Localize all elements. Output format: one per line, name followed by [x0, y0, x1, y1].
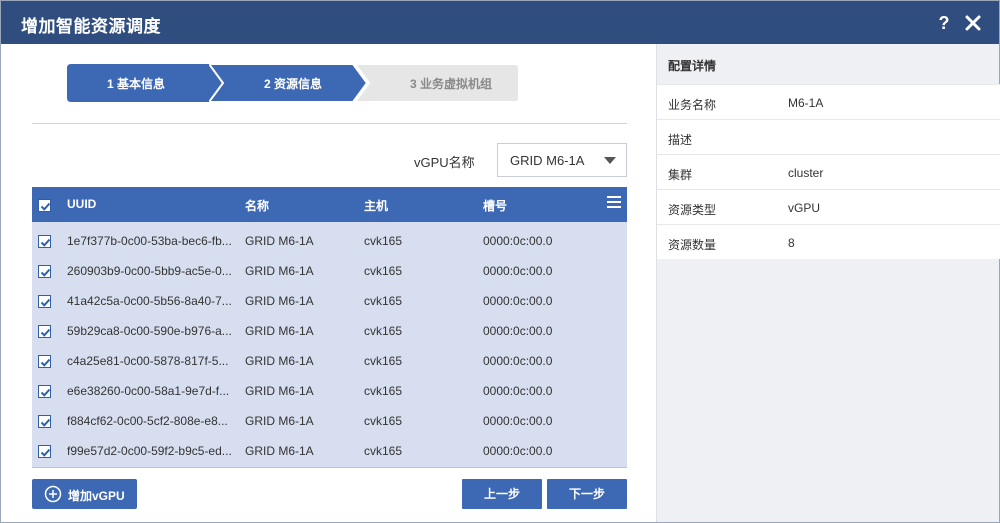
cell-slot: 0000:0c:00.0: [483, 354, 553, 368]
cell-host: cvk165: [364, 354, 403, 368]
cell-host: cvk165: [364, 234, 403, 248]
cell-name: GRID M6-1A: [245, 294, 314, 308]
row-checkbox[interactable]: [38, 235, 51, 248]
step-vm-group-label: 3 业务虚拟机组: [410, 77, 493, 91]
divider: [32, 123, 627, 124]
table-row[interactable]: 59b29ca8-0c00-590e-b976-a... GRID M6-1A cv…: [32, 316, 627, 346]
cell-uuid: f884cf62-0c00-5cf2-808e-e8...: [67, 414, 228, 428]
detail-key: 描述: [668, 133, 693, 147]
column-header-host[interactable]: 主机: [364, 197, 388, 214]
cell-uuid: e6e38260-0c00-58a1-9e7d-f...: [67, 384, 230, 398]
plus-circle-icon: [44, 485, 62, 503]
cell-name: GRID M6-1A: [245, 264, 314, 278]
row-checkbox[interactable]: [38, 325, 51, 338]
cell-host: cvk165: [364, 444, 403, 458]
step-basic-info-label: 1 基本信息: [107, 77, 166, 91]
detail-row-description: 描述: [657, 119, 1000, 154]
table-bottom-border: [32, 467, 627, 468]
detail-row-service-name: 业务名称 M6-1A: [657, 84, 1000, 119]
column-header-uuid[interactable]: UUID: [67, 197, 96, 211]
cell-host: cvk165: [364, 294, 403, 308]
previous-step-button[interactable]: 上一步: [462, 479, 542, 509]
column-header-name[interactable]: 名称: [245, 197, 269, 214]
table-row[interactable]: f884cf62-0c00-5cf2-808e-e8... GRID M6-1A c…: [32, 406, 627, 436]
vgpu-table: UUID 名称 主机 槽号 1e7f377b-0c00-53ba-bec6-fb…: [32, 187, 627, 467]
cell-uuid: 1e7f377b-0c00-53ba-bec6-fb...: [67, 234, 232, 248]
detail-row-resource-type: 资源类型 vGPU: [657, 189, 1000, 224]
close-icon[interactable]: [963, 13, 983, 33]
cell-name: GRID M6-1A: [245, 354, 314, 368]
dialog-title: 增加智能资源调度: [21, 17, 161, 36]
row-checkbox[interactable]: [38, 355, 51, 368]
step-resource-info[interactable]: 2 资源信息: [209, 64, 369, 102]
table-row[interactable]: 260903b9-0c00-5bb9-ac5e-0... GRID M6-1A cv…: [32, 256, 627, 286]
select-all-checkbox[interactable]: [38, 199, 51, 212]
cell-host: cvk165: [364, 324, 403, 338]
row-checkbox[interactable]: [38, 445, 51, 458]
detail-value: M6-1A: [788, 96, 824, 110]
row-checkbox[interactable]: [38, 265, 51, 278]
row-checkbox[interactable]: [38, 385, 51, 398]
detail-value: cluster: [788, 166, 824, 180]
cell-name: GRID M6-1A: [245, 234, 314, 248]
detail-value: 8: [788, 236, 795, 250]
cell-slot: 0000:0c:00.0: [483, 324, 553, 338]
detail-key: 资源类型: [668, 203, 717, 217]
vgpu-name-selected-value: GRID M6-1A: [510, 153, 585, 168]
cell-name: GRID M6-1A: [245, 324, 314, 338]
row-checkbox[interactable]: [38, 295, 51, 308]
cell-host: cvk165: [364, 264, 403, 278]
cell-name: GRID M6-1A: [245, 444, 314, 458]
vgpu-name-label: vGPU名称: [414, 155, 475, 170]
cell-uuid: c4a25e81-0c00-5878-817f-5...: [67, 354, 229, 368]
cell-slot: 0000:0c:00.0: [483, 234, 553, 248]
detail-key: 资源数量: [668, 238, 717, 252]
cell-slot: 0000:0c:00.0: [483, 264, 553, 278]
table-row[interactable]: e6e38260-0c00-58a1-9e7d-f... GRID M6-1A cv…: [32, 376, 627, 406]
add-vgpu-button[interactable]: 增加vGPU: [32, 479, 137, 509]
dialog-titlebar: 增加智能资源调度 ?: [1, 1, 999, 44]
step-vm-group[interactable]: 3 业务虚拟机组: [355, 64, 521, 102]
vgpu-name-select[interactable]: GRID M6-1A: [497, 143, 627, 177]
cell-uuid: 260903b9-0c00-5bb9-ac5e-0...: [67, 264, 232, 278]
detail-value: vGPU: [788, 201, 821, 215]
add-smart-scheduling-dialog: 增加智能资源调度 ? 1 基本信息 2 资源信息 3 业务虚拟机组 vGPU名称…: [0, 0, 1000, 523]
row-checkbox[interactable]: [38, 415, 51, 428]
cell-name: GRID M6-1A: [245, 384, 314, 398]
detail-row-resource-count: 资源数量 8: [657, 224, 1000, 259]
table-header: UUID 名称 主机 槽号: [32, 187, 627, 222]
config-details-title: 配置详情: [668, 59, 717, 73]
cell-name: GRID M6-1A: [245, 414, 314, 428]
table-row[interactable]: f99e57d2-0c00-59f2-b9c5-ed... GRID M6-1A c…: [32, 436, 627, 466]
add-vgpu-label: 增加vGPU: [68, 489, 125, 503]
table-row[interactable]: 41a42c5a-0c00-5b56-8a40-7... GRID M6-1A cv…: [32, 286, 627, 316]
config-details-panel: 配置详情 业务名称 M6-1A 描述 集群 cluster 资源类型 vGPU …: [656, 44, 1000, 522]
cell-uuid: 41a42c5a-0c00-5b56-8a40-7...: [67, 294, 232, 308]
table-row[interactable]: c4a25e81-0c00-5878-817f-5... GRID M6-1A cv…: [32, 346, 627, 376]
cell-slot: 0000:0c:00.0: [483, 414, 553, 428]
step-basic-info[interactable]: 1 基本信息: [67, 64, 225, 102]
wizard-steps: 1 基本信息 2 资源信息 3 业务虚拟机组: [67, 64, 527, 102]
caret-down-icon: [604, 157, 616, 164]
cell-slot: 0000:0c:00.0: [483, 444, 553, 458]
table-row[interactable]: 1e7f377b-0c00-53ba-bec6-fb... GRID M6-1A c…: [32, 226, 627, 256]
column-menu-icon[interactable]: [607, 196, 621, 208]
cell-host: cvk165: [364, 414, 403, 428]
help-button[interactable]: ?: [935, 13, 953, 33]
cell-slot: 0000:0c:00.0: [483, 294, 553, 308]
detail-key: 集群: [668, 168, 693, 182]
cell-uuid: 59b29ca8-0c00-590e-b976-a...: [67, 324, 232, 338]
cell-slot: 0000:0c:00.0: [483, 384, 553, 398]
detail-row-cluster: 集群 cluster: [657, 154, 1000, 189]
column-header-slot[interactable]: 槽号: [483, 197, 507, 214]
detail-key: 业务名称: [668, 98, 717, 112]
cell-uuid: f99e57d2-0c00-59f2-b9c5-ed...: [67, 444, 232, 458]
table-body: 1e7f377b-0c00-53ba-bec6-fb... GRID M6-1A c…: [32, 222, 627, 467]
cell-host: cvk165: [364, 384, 403, 398]
next-step-button[interactable]: 下一步: [547, 479, 627, 509]
step-resource-info-label: 2 资源信息: [264, 77, 323, 91]
